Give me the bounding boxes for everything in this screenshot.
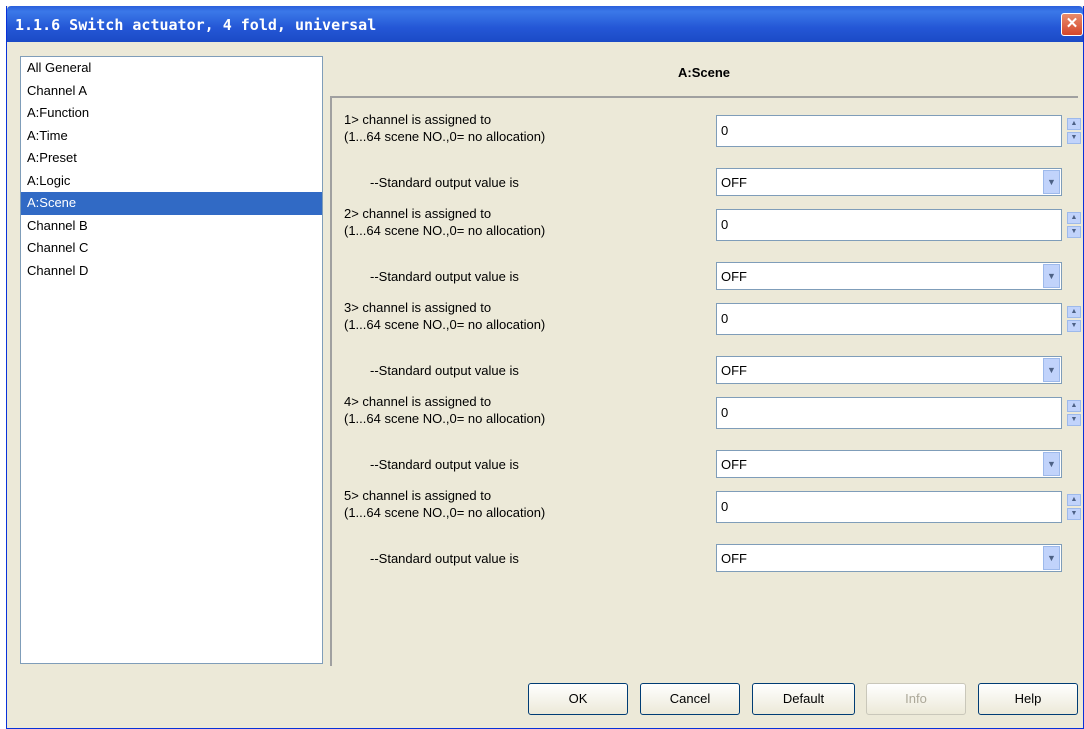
spin-down-icon[interactable]: ▼: [1067, 508, 1081, 520]
scene-number-spinbox[interactable]: 0 ▲ ▼: [716, 491, 1081, 523]
spin-down-icon[interactable]: ▼: [1067, 414, 1081, 426]
spin-buttons: ▲ ▼: [1067, 212, 1081, 238]
scene-number-value: 0: [721, 405, 729, 420]
nav-item-all-general[interactable]: All General: [21, 57, 322, 80]
title-bar[interactable]: 1.1.6 Switch actuator, 4 fold, universal…: [7, 6, 1083, 42]
scene-number-spinbox[interactable]: 0 ▲ ▼: [716, 397, 1081, 429]
output-value-select[interactable]: OFF ▼: [716, 168, 1062, 196]
output-value-label: --Standard output value is: [370, 269, 519, 284]
parameter-tree: All General Channel A A:Function A:Time …: [20, 56, 323, 664]
chevron-down-icon[interactable]: ▼: [1043, 358, 1060, 382]
output-value-select[interactable]: OFF ▼: [716, 356, 1062, 384]
nav-item-a-preset[interactable]: A:Preset: [21, 147, 322, 170]
chevron-down-icon[interactable]: ▼: [1043, 546, 1060, 570]
nav-item-a-function[interactable]: A:Function: [21, 102, 322, 125]
scene-assign-label-line2: (1...64 scene NO.,0= no allocation): [344, 223, 546, 238]
nav-item-a-logic[interactable]: A:Logic: [21, 170, 322, 193]
scene-assign-label: 3> channel is assigned to (1...64 scene …: [344, 299, 545, 333]
scene-assign-label-line1: 3> channel is assigned to: [344, 300, 492, 315]
output-value-select[interactable]: OFF ▼: [716, 544, 1062, 572]
scene-number-value: 0: [721, 311, 729, 326]
nav-item-channel-b[interactable]: Channel B: [21, 215, 322, 238]
info-button: Info: [866, 683, 966, 715]
scene-number-value: 0: [721, 217, 729, 232]
output-value-select[interactable]: OFF ▼: [716, 450, 1062, 478]
nav-item-a-scene[interactable]: A:Scene: [21, 192, 322, 215]
scene-assign-label-line2: (1...64 scene NO.,0= no allocation): [344, 317, 546, 332]
output-value-selected: OFF: [721, 269, 747, 284]
nav-item-channel-d[interactable]: Channel D: [21, 260, 322, 283]
scene-number-value: 0: [721, 123, 729, 138]
scene-assign-label-line1: 4> channel is assigned to: [344, 394, 492, 409]
output-value-label: --Standard output value is: [370, 551, 519, 566]
spin-buttons: ▲ ▼: [1067, 400, 1081, 426]
parameter-panel: 1> channel is assigned to (1...64 scene …: [330, 96, 1081, 666]
output-value-label: --Standard output value is: [370, 363, 519, 378]
spin-up-icon[interactable]: ▲: [1067, 494, 1081, 506]
scene-assign-label-line1: 1> channel is assigned to: [344, 112, 492, 127]
panel-title: A:Scene: [677, 65, 731, 80]
spin-up-icon[interactable]: ▲: [1067, 306, 1081, 318]
scene-assign-label-line2: (1...64 scene NO.,0= no allocation): [344, 411, 546, 426]
scene-number-spinbox[interactable]: 0 ▲ ▼: [716, 209, 1081, 241]
close-button[interactable]: ✕: [1061, 13, 1083, 36]
spin-up-icon[interactable]: ▲: [1067, 118, 1081, 130]
chevron-down-icon[interactable]: ▼: [1043, 170, 1060, 194]
nav-item-channel-a[interactable]: Channel A: [21, 80, 322, 103]
spin-buttons: ▲ ▼: [1067, 306, 1081, 332]
output-value-selected: OFF: [721, 175, 747, 190]
window-title: 1.1.6 Switch actuator, 4 fold, universal: [15, 16, 377, 34]
output-value-label: --Standard output value is: [370, 457, 519, 472]
scene-number-spinbox[interactable]: 0 ▲ ▼: [716, 115, 1081, 147]
spin-up-icon[interactable]: ▲: [1067, 212, 1081, 224]
scene-number-spinbox[interactable]: 0 ▲ ▼: [716, 303, 1081, 335]
scene-number-value: 0: [721, 499, 729, 514]
output-value-selected: OFF: [721, 551, 747, 566]
scene-assign-label-line2: (1...64 scene NO.,0= no allocation): [344, 505, 546, 520]
cancel-button[interactable]: Cancel: [640, 683, 740, 715]
output-value-select[interactable]: OFF ▼: [716, 262, 1062, 290]
spin-buttons: ▲ ▼: [1067, 494, 1081, 520]
ok-button[interactable]: OK: [528, 683, 628, 715]
chevron-down-icon[interactable]: ▼: [1043, 452, 1060, 476]
output-value-selected: OFF: [721, 457, 747, 472]
spin-buttons: ▲ ▼: [1067, 118, 1081, 144]
output-value-selected: OFF: [721, 363, 747, 378]
scene-assign-label: 4> channel is assigned to (1...64 scene …: [344, 393, 545, 427]
spin-down-icon[interactable]: ▼: [1067, 132, 1081, 144]
scene-assign-label-line1: 2> channel is assigned to: [344, 206, 492, 221]
output-value-label: --Standard output value is: [370, 175, 519, 190]
scene-assign-label: 5> channel is assigned to (1...64 scene …: [344, 487, 545, 521]
scene-assign-label-line2: (1...64 scene NO.,0= no allocation): [344, 129, 546, 144]
nav-item-channel-c[interactable]: Channel C: [21, 237, 322, 260]
spin-down-icon[interactable]: ▼: [1067, 226, 1081, 238]
spin-down-icon[interactable]: ▼: [1067, 320, 1081, 332]
chevron-down-icon[interactable]: ▼: [1043, 264, 1060, 288]
default-button[interactable]: Default: [752, 683, 855, 715]
scene-assign-label: 2> channel is assigned to (1...64 scene …: [344, 205, 545, 239]
scene-assign-label: 1> channel is assigned to (1...64 scene …: [344, 111, 545, 145]
close-icon: ✕: [1065, 15, 1079, 32]
help-button[interactable]: Help: [978, 683, 1078, 715]
nav-item-a-time[interactable]: A:Time: [21, 125, 322, 148]
spin-up-icon[interactable]: ▲: [1067, 400, 1081, 412]
scene-assign-label-line1: 5> channel is assigned to: [344, 488, 492, 503]
